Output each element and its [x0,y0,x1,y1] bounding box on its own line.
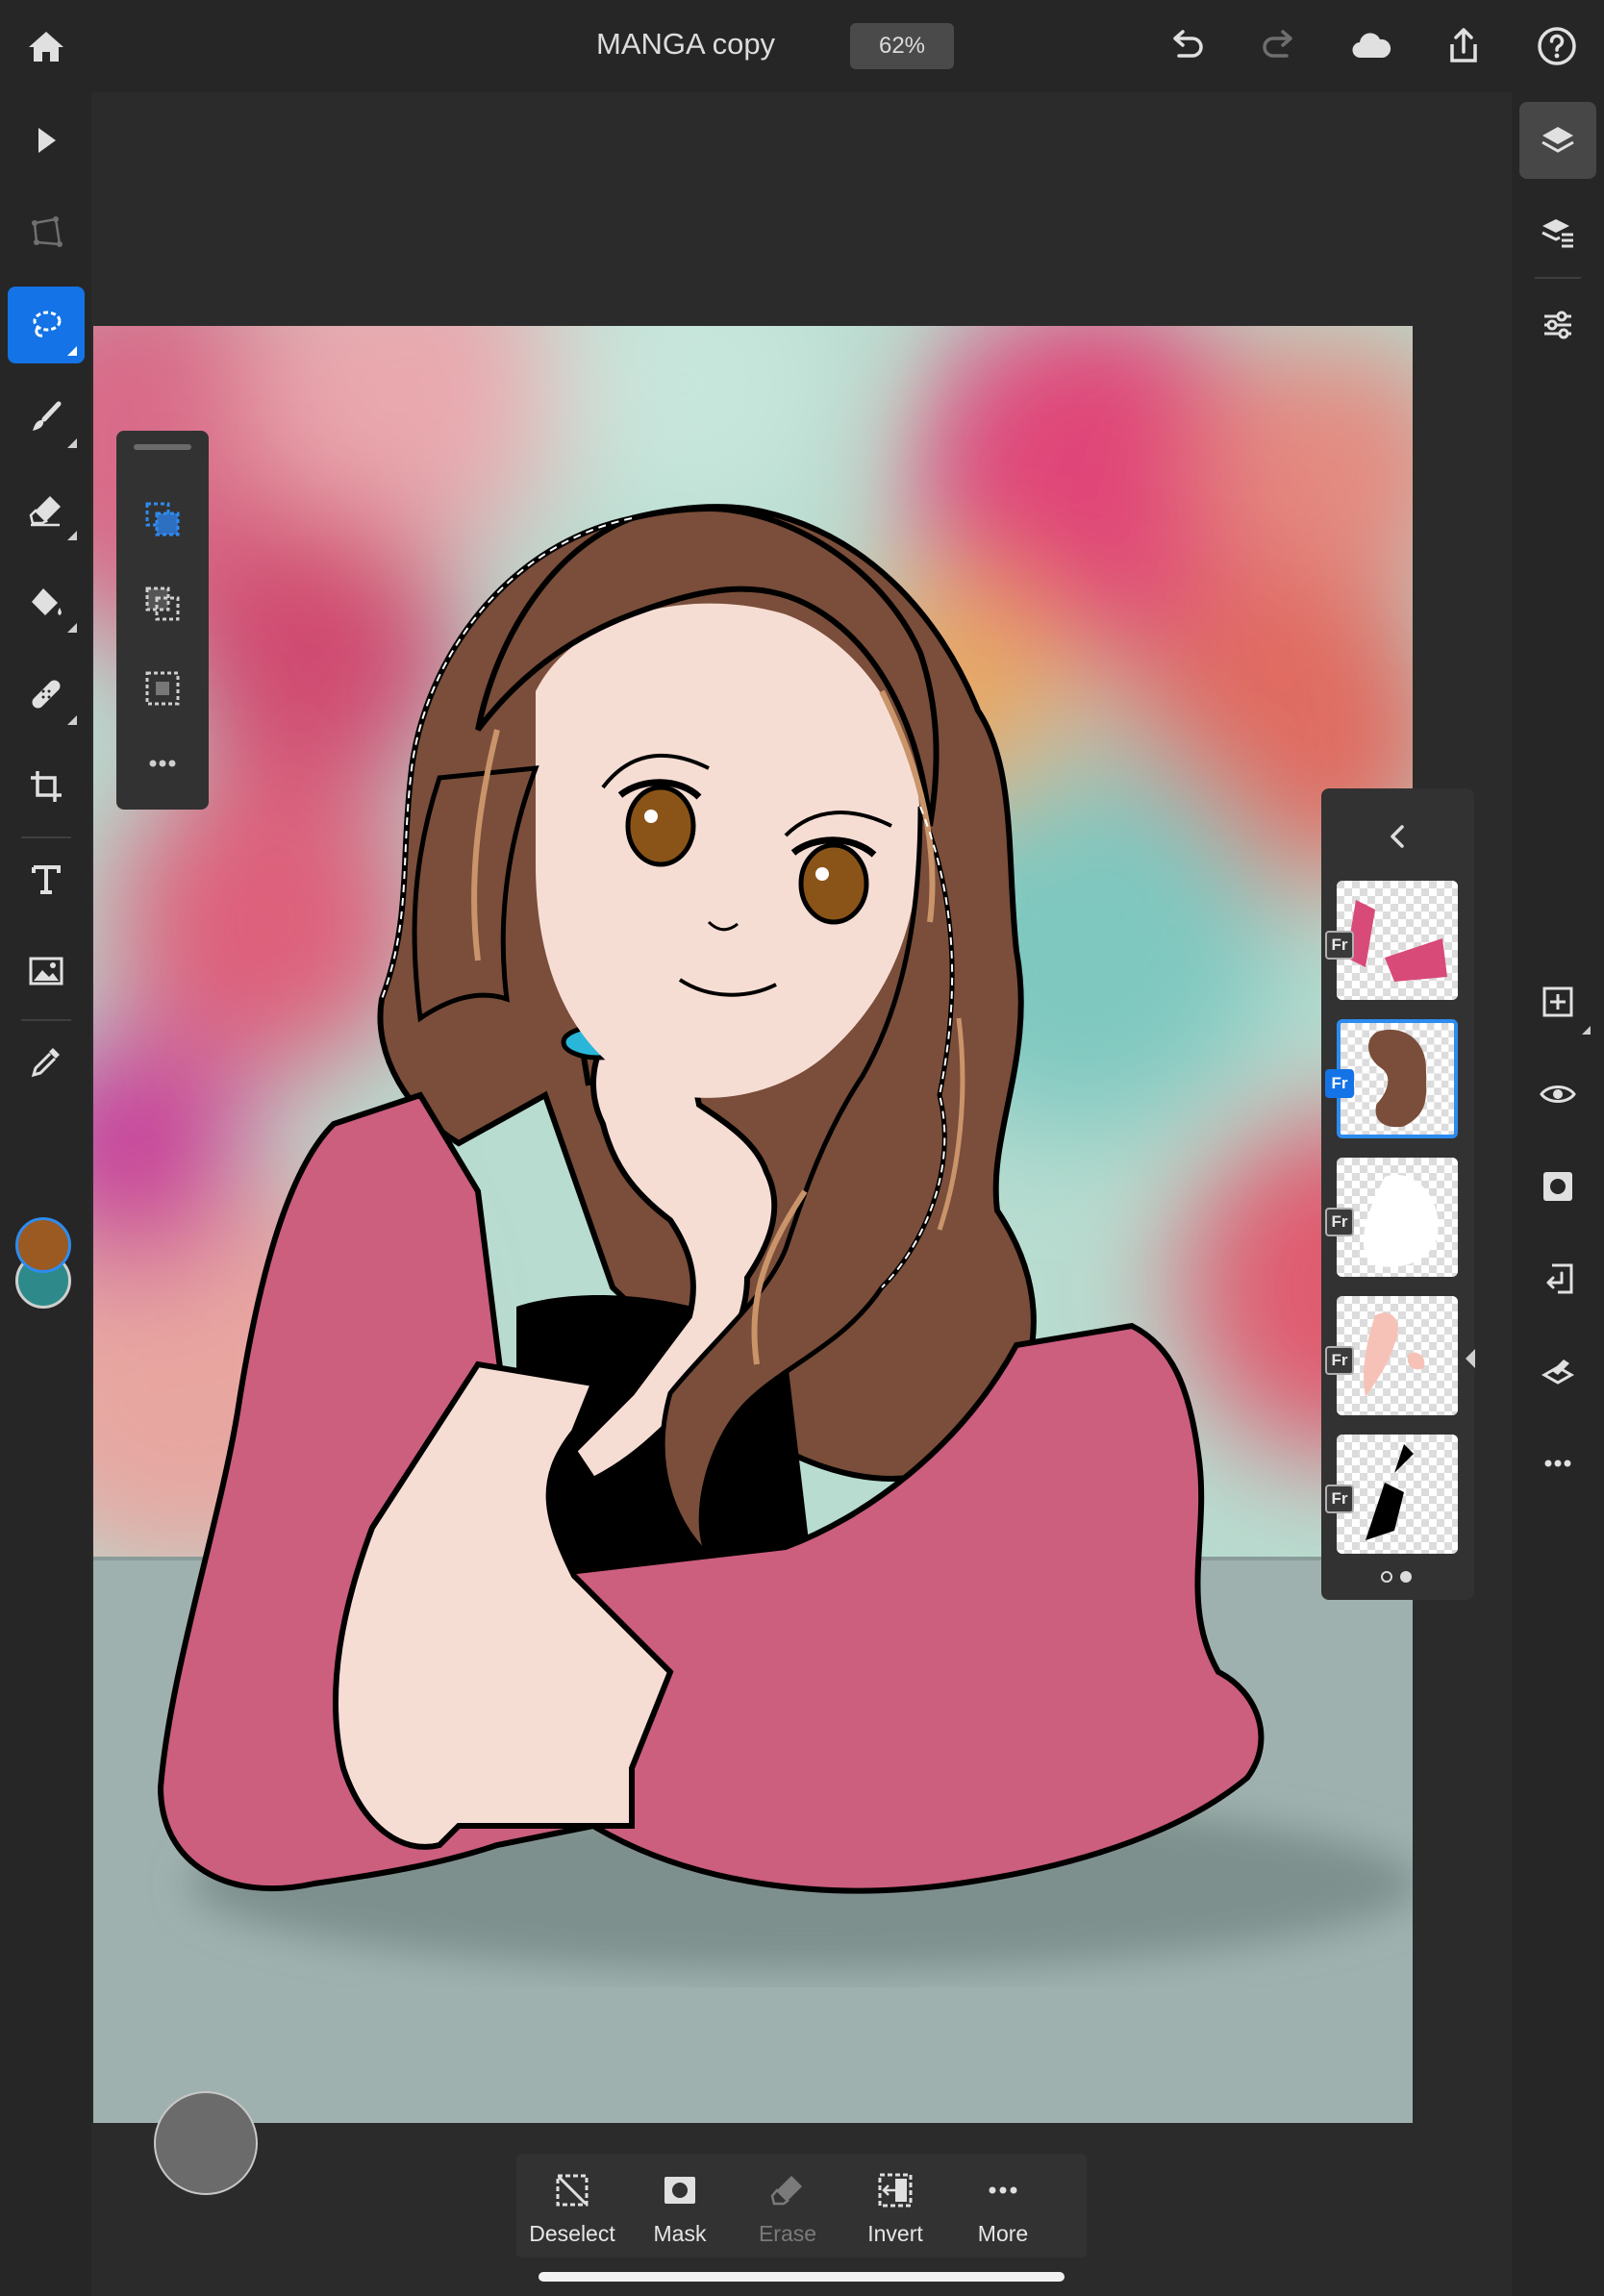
eyedropper-icon[interactable] [8,1023,85,1100]
selection-mode-palette [116,431,209,810]
new-selection-icon[interactable] [134,490,191,548]
layers-panel: Fr Fr Fr Fr Fr [1321,788,1474,1600]
crop-icon[interactable] [8,748,85,825]
more-icon [984,2171,1022,2209]
transform-icon[interactable] [8,194,85,271]
mask-icon [661,2171,699,2209]
layers-icon[interactable] [1519,102,1596,179]
left-toolbar [0,92,91,2296]
toolbar-divider [21,836,71,838]
image-icon[interactable] [8,933,85,1010]
canvas-artwork[interactable] [93,326,1413,2123]
invert-label: Invert [867,2221,923,2246]
layer-type-badge: Fr [1325,1069,1354,1098]
healing-icon[interactable] [8,656,85,733]
layer-thumbnail[interactable] [1337,1158,1458,1277]
layer-thumbnail-selected[interactable] [1337,1019,1458,1138]
layer-type-badge: Fr [1325,1208,1354,1236]
panel-resize-handle[interactable] [1466,1349,1475,1368]
merge-down-icon[interactable] [1519,1240,1596,1317]
more-options-icon[interactable] [134,735,191,792]
visibility-icon[interactable] [1519,1056,1596,1133]
layer-thumbnail[interactable] [1337,881,1458,1000]
share-icon[interactable] [1441,23,1487,69]
touch-shortcut-button[interactable] [154,2091,258,2195]
undo-icon[interactable] [1164,23,1210,69]
adjustments-icon[interactable] [1519,287,1596,363]
type-icon[interactable] [8,840,85,917]
layer-type-badge: Fr [1325,1485,1354,1513]
page-dot[interactable] [1381,1571,1392,1583]
top-bar: MANGA copy 62% [0,0,1604,92]
add-layer-icon[interactable] [1519,963,1596,1040]
redo-icon[interactable] [1256,23,1302,69]
fill-bucket-icon[interactable] [8,563,85,640]
zoom-level[interactable]: 62% [850,23,954,69]
chevron-left-icon[interactable] [1374,813,1420,860]
layer-thumbnail[interactable] [1337,1435,1458,1554]
more-label: More [977,2221,1029,2246]
erase-button[interactable]: Erase [734,2154,841,2258]
invert-icon [876,2171,915,2209]
add-to-selection-icon[interactable] [134,575,191,633]
deselect-button[interactable]: Deselect [518,2154,626,2258]
erase-label: Erase [758,2221,817,2246]
layer-properties-icon[interactable] [1519,194,1596,271]
select-arrow-icon[interactable] [8,102,85,179]
clear-icon[interactable] [1519,1333,1596,1410]
layer-type-badge: Fr [1325,931,1354,960]
layer-thumbnail[interactable] [1337,1296,1458,1415]
eraser-icon[interactable] [8,471,85,548]
home-indicator[interactable] [539,2272,1065,2282]
brush-icon[interactable] [8,379,85,456]
toolbar-divider [21,1019,71,1021]
more-button[interactable]: More [949,2154,1057,2258]
right-toolbar [1512,92,1604,2296]
eraser-icon [768,2171,807,2209]
invert-button[interactable]: Invert [841,2154,949,2258]
home-icon[interactable] [23,23,69,69]
page-dot-active[interactable] [1400,1571,1412,1583]
selection-context-bar: Deselect Mask Erase Invert More [516,2154,1087,2258]
layer-type-badge: Fr [1325,1346,1354,1375]
help-icon[interactable] [1534,23,1580,69]
mask-icon[interactable] [1519,1148,1596,1225]
deselect-icon [553,2171,591,2209]
lasso-select-icon[interactable] [8,287,85,363]
subtract-selection-icon[interactable] [134,660,191,717]
layer-page-indicator [1381,1569,1419,1585]
more-icon[interactable] [1519,1425,1596,1502]
mask-button[interactable]: Mask [626,2154,734,2258]
document-title[interactable]: MANGA copy [596,27,775,62]
palette-grip-handle[interactable] [134,444,191,450]
cloud-icon[interactable] [1348,23,1394,69]
foreground-color-swatch[interactable] [15,1217,71,1273]
mask-label: Mask [653,2221,707,2246]
toolbar-divider [1535,277,1581,279]
deselect-label: Deselect [529,2221,615,2246]
